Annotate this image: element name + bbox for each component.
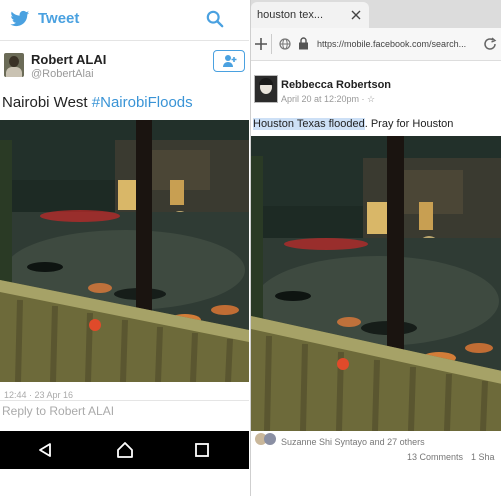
tab-title: houston tex... xyxy=(257,9,324,21)
avatar[interactable] xyxy=(4,53,24,77)
search-icon[interactable] xyxy=(206,10,224,28)
tweet-text-prefix: Nairobi West xyxy=(2,94,92,111)
author-handle[interactable]: @RobertAlai xyxy=(31,68,94,80)
new-tab-icon[interactable] xyxy=(254,37,268,51)
follow-button[interactable] xyxy=(213,50,245,72)
reply-input[interactable]: Reply to Robert ALAI xyxy=(2,404,114,418)
shares-count[interactable]: 1 Sha xyxy=(471,452,495,462)
page-title: Tweet xyxy=(38,10,80,27)
back-icon[interactable] xyxy=(37,442,53,458)
tweet-photo[interactable] xyxy=(0,120,249,382)
post-text-highlight: Houston Texas flooded xyxy=(253,118,365,130)
post-date[interactable]: April 20 at 12:20pm · ☆ xyxy=(281,94,375,105)
twitter-panel: Tweet Robert ALAI @RobertAlai Nairobi We… xyxy=(0,0,249,496)
twitter-header: Tweet xyxy=(0,0,249,41)
home-icon[interactable] xyxy=(116,441,134,459)
reload-icon[interactable] xyxy=(483,37,497,51)
avatar[interactable] xyxy=(254,75,278,103)
facebook-panel: houston tex... https://mobile.facebook.c… xyxy=(250,0,501,496)
post-text: Houston Texas flooded. Pray for Houston xyxy=(253,118,453,130)
close-icon[interactable] xyxy=(351,10,361,20)
globe-icon xyxy=(279,38,291,50)
browser-tab-strip: houston tex... xyxy=(251,0,501,28)
hashtag-link[interactable]: #NairobiFloods xyxy=(92,94,193,111)
post-photo[interactable] xyxy=(251,136,501,431)
post-text-rest: . Pray for Houston xyxy=(364,118,454,130)
recents-icon[interactable] xyxy=(194,442,210,458)
browser-tab[interactable]: houston tex... xyxy=(251,2,369,28)
url-text[interactable]: https://mobile.facebook.com/search... xyxy=(317,39,466,49)
comments-count[interactable]: 13 Comments xyxy=(407,452,463,462)
author-name[interactable]: Rebbecca Robertson xyxy=(281,79,391,91)
tweet-text: Nairobi West #NairobiFloods xyxy=(2,94,193,111)
author-name[interactable]: Robert ALAI xyxy=(31,52,106,67)
twitter-bird-icon xyxy=(10,10,30,27)
likes-summary[interactable]: Suzanne Shi Syntayo and 27 others xyxy=(281,437,425,447)
lock-icon xyxy=(299,37,308,50)
reaction-icon[interactable] xyxy=(254,432,278,446)
android-nav-bar xyxy=(0,431,249,469)
tweet-timestamp: 12:44 · 23 Apr 16 xyxy=(4,390,74,400)
follow-icon xyxy=(223,55,237,67)
